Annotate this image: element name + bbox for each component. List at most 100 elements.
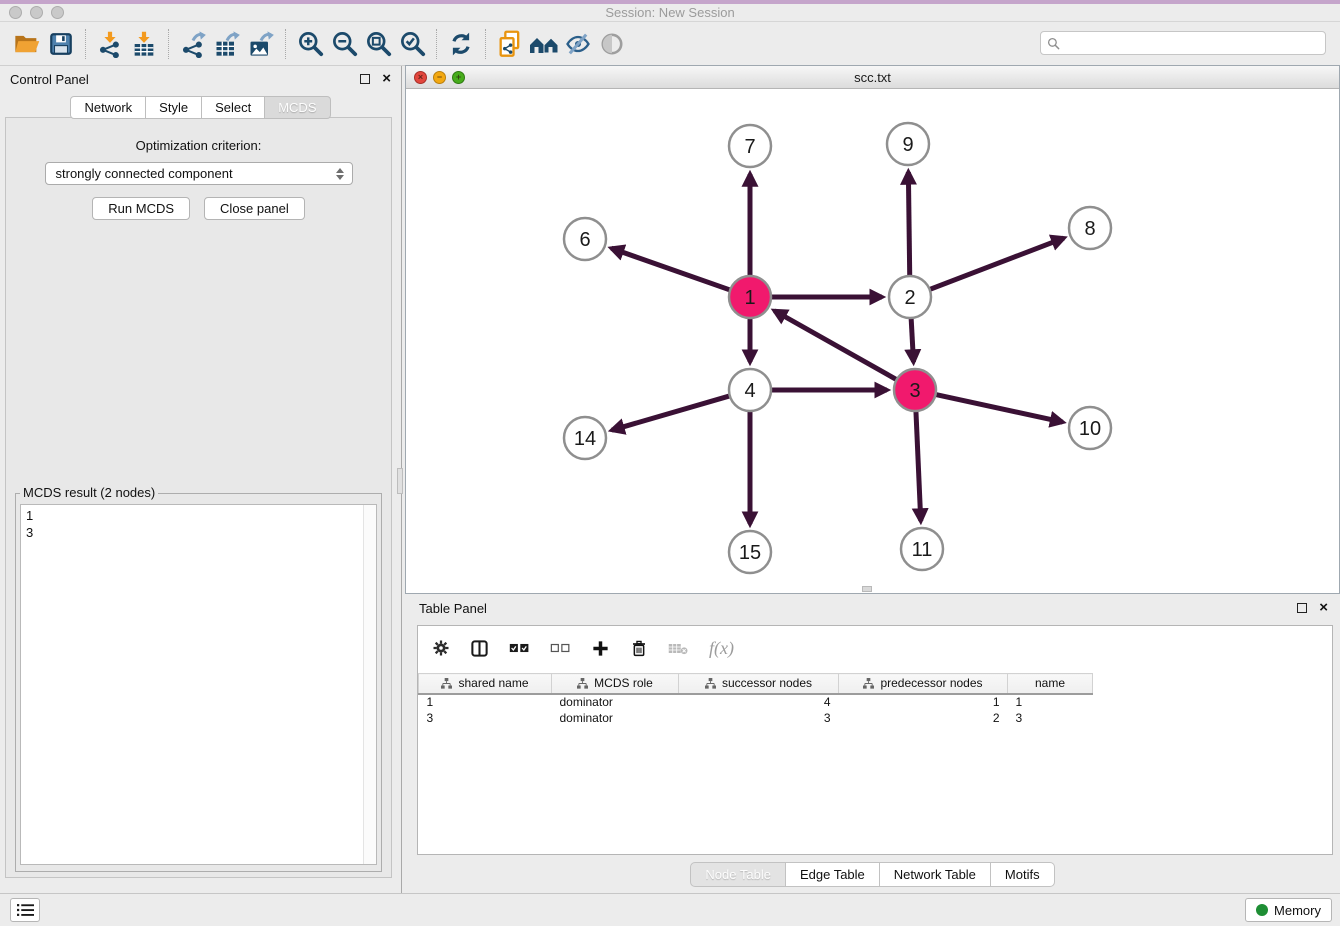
tab-node-table[interactable]: Node Table — [690, 862, 786, 887]
graph-node-4[interactable]: 4 — [729, 369, 771, 411]
column-header-predecessor-nodes[interactable]: predecessor nodes — [839, 674, 1008, 694]
home-button[interactable] — [527, 27, 561, 61]
run-mcds-button[interactable]: Run MCDS — [92, 197, 190, 220]
export-network-button[interactable] — [176, 27, 210, 61]
zoom-in-icon — [297, 30, 324, 57]
graph-node-7[interactable]: 7 — [729, 125, 771, 167]
graph-node-11[interactable]: 11 — [901, 528, 943, 570]
mcds-tab-content: Optimization criterion: strongly connect… — [5, 117, 392, 878]
graph-node-6[interactable]: 6 — [564, 218, 606, 260]
hide-panel-button[interactable] — [561, 27, 595, 61]
memory-button[interactable]: Memory — [1245, 898, 1332, 922]
zoom-selected-button[interactable] — [395, 27, 429, 61]
graph-node-15[interactable]: 15 — [729, 531, 771, 573]
graph-edge-2-3[interactable] — [911, 316, 913, 362]
columns-button[interactable] — [470, 639, 489, 658]
network-window-titlebar[interactable]: × − + scc.txt — [406, 66, 1339, 89]
memory-label: Memory — [1274, 903, 1321, 918]
close-table-panel-icon[interactable]: × — [1319, 603, 1328, 613]
cell-name[interactable]: 1 — [1008, 694, 1093, 710]
graph-edge-4-14[interactable] — [612, 395, 732, 430]
graph-node-1[interactable]: 1 — [729, 276, 771, 318]
tab-motifs[interactable]: Motifs — [991, 862, 1055, 887]
toolbar-separator — [168, 29, 169, 59]
zoom-fit-button[interactable] — [361, 27, 395, 61]
task-history-button[interactable] — [10, 898, 40, 922]
graph-edge-3-10[interactable] — [934, 394, 1063, 422]
table-row[interactable]: 3 dominator 3 2 3 — [419, 710, 1093, 726]
tab-select[interactable]: Select — [202, 96, 265, 119]
cell-name[interactable]: 3 — [1008, 710, 1093, 726]
zoom-in-button[interactable] — [293, 27, 327, 61]
float-panel-icon[interactable] — [360, 74, 370, 84]
cell-predecessor-nodes[interactable]: 1 — [839, 694, 1008, 710]
graph-node-3[interactable]: 3 — [894, 369, 936, 411]
window-title: Session: New Session — [0, 5, 1340, 20]
mcds-result-scrollbar[interactable] — [363, 505, 376, 864]
select-all-icon — [509, 640, 530, 656]
duplicate-network-button[interactable] — [493, 27, 527, 61]
svg-text:11: 11 — [912, 539, 933, 561]
mcds-result-line: 1 — [26, 507, 371, 524]
graph-node-2[interactable]: 2 — [889, 276, 931, 318]
cell-predecessor-nodes[interactable]: 2 — [839, 710, 1008, 726]
column-type-icon — [705, 678, 716, 689]
tab-style[interactable]: Style — [146, 96, 202, 119]
graph-node-8[interactable]: 8 — [1069, 207, 1111, 249]
function-builder-button[interactable]: f(x) — [709, 638, 734, 659]
table-row[interactable]: 1 dominator 4 1 1 — [419, 694, 1093, 710]
tab-network[interactable]: Network — [70, 96, 146, 119]
export-table-button[interactable] — [210, 27, 244, 61]
column-header-name[interactable]: name — [1008, 674, 1093, 694]
panel-splitter-handle[interactable] — [397, 468, 403, 494]
export-image-button[interactable] — [244, 27, 278, 61]
graph-edge-2-9[interactable] — [908, 172, 909, 278]
column-header-shared-name[interactable]: shared name — [419, 674, 552, 694]
show-panel-button[interactable] — [595, 27, 629, 61]
cell-shared-name[interactable]: 3 — [419, 710, 552, 726]
graph-edge-3-1[interactable] — [774, 311, 898, 381]
memory-status-icon — [1256, 904, 1268, 916]
export-network-icon — [179, 30, 207, 58]
search-input[interactable] — [1065, 36, 1319, 50]
close-panel-icon[interactable]: × — [382, 74, 391, 84]
import-network-button[interactable] — [93, 27, 127, 61]
add-button[interactable] — [591, 639, 610, 658]
cell-mcds-role[interactable]: dominator — [552, 710, 679, 726]
zoom-out-button[interactable] — [327, 27, 361, 61]
trash-button[interactable] — [630, 639, 648, 658]
cell-mcds-role[interactable]: dominator — [552, 694, 679, 710]
cell-successor-nodes[interactable]: 3 — [679, 710, 839, 726]
graph-node-14[interactable]: 14 — [564, 417, 606, 459]
search-field[interactable] — [1040, 31, 1326, 55]
cell-shared-name[interactable]: 1 — [419, 694, 552, 710]
canvas-scroll-handle[interactable] — [862, 586, 872, 592]
graph-edge-1-6[interactable] — [611, 248, 732, 290]
open-session-button[interactable] — [10, 27, 44, 61]
tab-edge-table[interactable]: Edge Table — [786, 862, 880, 887]
deselect-all-button[interactable] — [550, 640, 571, 656]
float-table-panel-icon[interactable] — [1297, 603, 1307, 613]
tab-mcds[interactable]: MCDS — [265, 96, 330, 119]
mcds-result-box[interactable]: 1 3 — [20, 504, 377, 865]
svg-text:6: 6 — [579, 229, 590, 251]
graph-node-9[interactable]: 9 — [887, 123, 929, 165]
column-header-mcds-role[interactable]: MCDS role — [552, 674, 679, 694]
graph-edge-3-11[interactable] — [916, 409, 921, 521]
refresh-button[interactable] — [444, 27, 478, 61]
network-graph: 7 9 6 8 1 2 4 3 14 10 15 11 — [406, 89, 1339, 593]
import-table-button[interactable] — [127, 27, 161, 61]
delete-table-button[interactable] — [668, 641, 689, 656]
select-all-button[interactable] — [509, 640, 530, 656]
add-icon — [591, 639, 610, 658]
network-canvas[interactable]: 7 9 6 8 1 2 4 3 14 10 15 11 — [406, 89, 1339, 593]
save-session-button[interactable] — [44, 27, 78, 61]
cell-successor-nodes[interactable]: 4 — [679, 694, 839, 710]
close-panel-button[interactable]: Close panel — [204, 197, 305, 220]
gear-button[interactable] — [432, 639, 450, 657]
column-header-successor-nodes[interactable]: successor nodes — [679, 674, 839, 694]
graph-edge-2-8[interactable] — [928, 238, 1064, 290]
tab-network-table[interactable]: Network Table — [880, 862, 991, 887]
graph-node-10[interactable]: 10 — [1069, 407, 1111, 449]
optimization-criterion-select[interactable]: strongly connected component — [45, 162, 353, 185]
